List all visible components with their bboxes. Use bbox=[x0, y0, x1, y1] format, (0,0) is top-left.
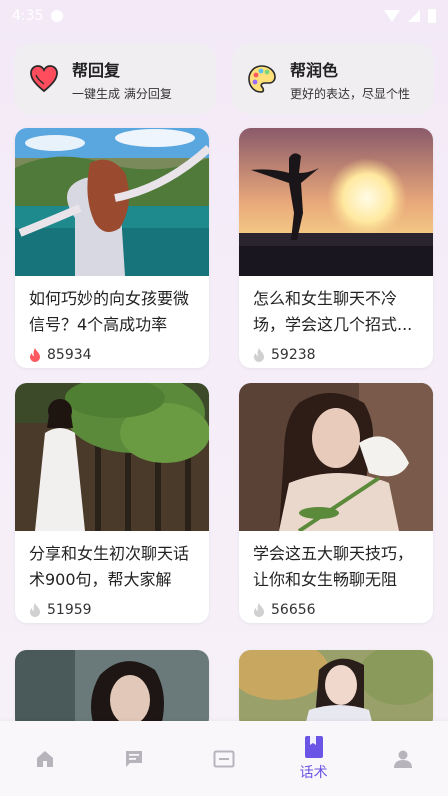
flame-icon bbox=[30, 348, 40, 362]
article-thumbnail bbox=[15, 128, 209, 276]
battery-icon bbox=[428, 9, 436, 23]
nav-profile[interactable] bbox=[363, 729, 443, 789]
user-icon bbox=[394, 750, 413, 768]
article-card[interactable] bbox=[15, 650, 209, 730]
article-card[interactable]: 如何巧妙的向女孩要微信号？4个高成功率的... 85934 bbox=[15, 128, 209, 368]
reply-helper-card[interactable]: 帮回复 一键生成 满分回复 bbox=[14, 44, 216, 114]
status-time: 4:35 bbox=[12, 8, 44, 24]
article-meta: 56656 bbox=[239, 593, 433, 623]
heart-icon bbox=[28, 63, 60, 95]
article-thumbnail bbox=[239, 383, 433, 531]
flame-icon bbox=[254, 603, 264, 617]
polish-helper-card[interactable]: 帮润色 更好的表达，尽显个性 bbox=[232, 44, 434, 114]
view-count: 85934 bbox=[47, 347, 92, 363]
article-title: 如何巧妙的向女孩要微信号？4个高成功率的... bbox=[29, 289, 190, 334]
view-count: 51959 bbox=[47, 602, 92, 618]
article-thumbnail bbox=[239, 650, 433, 730]
nav-messages[interactable] bbox=[94, 729, 174, 789]
palette-icon bbox=[246, 63, 278, 95]
bottom-nav: 话术 bbox=[0, 721, 448, 796]
status-bar: 4:35 bbox=[0, 0, 448, 32]
card-icon bbox=[213, 750, 235, 767]
flame-icon bbox=[254, 348, 264, 362]
view-count: 59238 bbox=[271, 347, 316, 363]
article-title: 怎么和女生聊天不冷场，学会这几个招式... bbox=[253, 289, 413, 334]
article-thumbnail bbox=[239, 128, 433, 276]
article-thumbnail bbox=[15, 650, 209, 730]
article-card[interactable] bbox=[239, 650, 433, 730]
article-thumbnail bbox=[15, 383, 209, 531]
article-card[interactable]: 学会这五大聊天技巧，让你和女生畅聊无阻 56656 bbox=[239, 383, 433, 623]
flame-icon bbox=[30, 603, 40, 617]
nav-cards[interactable] bbox=[184, 729, 264, 789]
feature-row: 帮回复 一键生成 满分回复 帮润色 更好的表达，尽显个性 bbox=[14, 44, 434, 114]
nav-label-scripts: 话术 bbox=[299, 764, 328, 781]
article-card[interactable]: 分享和女生初次聊天话术900句，帮大家解决... 51959 bbox=[15, 383, 209, 623]
feature-title: 帮回复 bbox=[72, 60, 121, 80]
article-meta: 51959 bbox=[15, 593, 209, 623]
book-icon bbox=[304, 735, 323, 758]
article-title: 分享和女生初次聊天话术900句，帮大家解决... bbox=[29, 544, 190, 589]
feature-subtitle: 更好的表达，尽显个性 bbox=[290, 86, 411, 101]
article-meta: 85934 bbox=[15, 338, 209, 368]
chat-icon bbox=[126, 750, 143, 767]
feature-title: 帮润色 bbox=[290, 60, 339, 80]
notification-icon bbox=[51, 10, 64, 22]
article-title: 学会这五大聊天技巧，让你和女生畅聊无阻 bbox=[253, 544, 414, 589]
nav-home[interactable] bbox=[5, 729, 85, 789]
article-meta: 59238 bbox=[239, 338, 433, 368]
article-card[interactable]: 怎么和女生聊天不冷场，学会这几个招式... 59238 bbox=[239, 128, 433, 368]
feature-subtitle: 一键生成 满分回复 bbox=[72, 86, 172, 101]
wifi-icon bbox=[384, 10, 400, 22]
nav-scripts[interactable]: 话术 bbox=[274, 729, 354, 789]
signal-icon bbox=[408, 10, 420, 22]
home-icon bbox=[36, 750, 53, 767]
view-count: 56656 bbox=[271, 602, 316, 618]
